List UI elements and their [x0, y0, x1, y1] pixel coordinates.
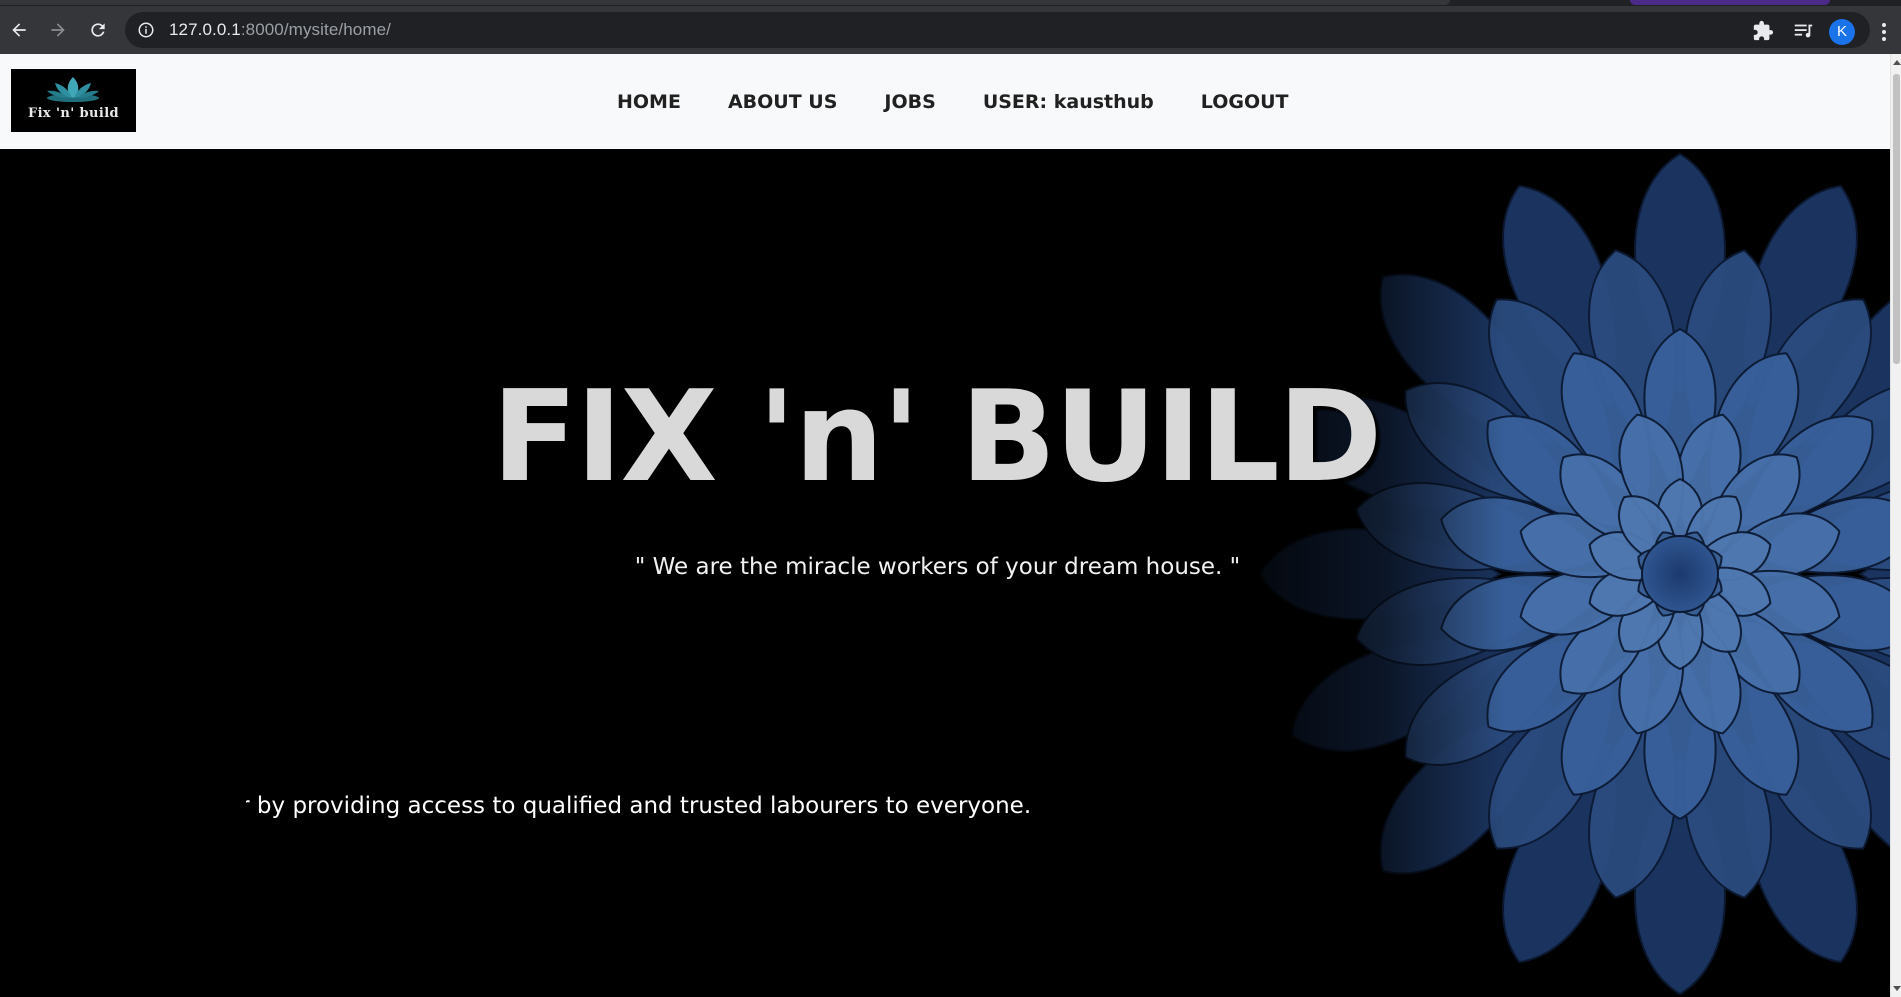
address-bar[interactable]: 127.0.0.1:8000/mysite/home/	[125, 12, 1870, 48]
profile-avatar[interactable]: K	[1829, 19, 1855, 45]
scrollbar-thumb[interactable]	[1893, 74, 1900, 364]
page-viewport: Fix 'n' build HOME ABOUT US JOBS USER: k…	[0, 54, 1901, 997]
extensions-icon[interactable]	[1752, 20, 1774, 42]
hero-section: FIX 'n' BUILD " We are the miracle worke…	[0, 149, 1890, 997]
info-icon[interactable]	[137, 21, 155, 39]
page-scrollbar[interactable]	[1890, 54, 1901, 997]
active-tab-edge[interactable]	[0, 0, 1450, 5]
marquee-text: er by providing access to qualified and …	[246, 793, 1032, 819]
url-text[interactable]: 127.0.0.1:8000/mysite/home/	[169, 12, 391, 48]
nav-link-about-us[interactable]: ABOUT US	[728, 91, 837, 113]
reload-icon	[91, 23, 105, 37]
forward-arrow-icon	[51, 23, 65, 37]
nav-link-logout[interactable]: LOGOUT	[1201, 91, 1289, 113]
other-tab-edge[interactable]	[1630, 0, 1830, 5]
nav-link-jobs[interactable]: JOBS	[884, 91, 935, 113]
nav-links: HOME ABOUT US JOBS USER: kausthub LOGOUT	[617, 54, 1336, 149]
media-queue-icon[interactable]	[1792, 20, 1814, 42]
site-logo[interactable]: Fix 'n' build	[11, 69, 136, 132]
hero-tagline: " We are the miracle workers of your dre…	[634, 554, 1241, 580]
scroll-up-arrow-icon[interactable]	[1893, 60, 1901, 65]
hero-title: FIX 'n' BUILD	[491, 363, 1383, 510]
forward-button[interactable]	[42, 14, 74, 46]
lotus-logo-icon	[47, 77, 99, 102]
back-arrow-icon	[12, 23, 26, 37]
browser-toolbar: 127.0.0.1:8000/mysite/home/ K	[0, 6, 1901, 54]
url-path: :8000/mysite/home/	[240, 20, 391, 39]
back-button[interactable]	[3, 14, 35, 46]
nav-link-home[interactable]: HOME	[617, 91, 681, 113]
nav-link-user[interactable]: USER: kausthub	[983, 91, 1154, 113]
reload-button[interactable]	[82, 14, 114, 46]
url-host: 127.0.0.1	[169, 20, 241, 39]
scroll-down-arrow-icon[interactable]	[1893, 986, 1901, 991]
menu-kebab-icon[interactable]	[1874, 21, 1894, 43]
logo-text: Fix 'n' build	[27, 106, 120, 121]
hero-marquee: er by providing access to qualified and …	[246, 793, 1106, 829]
site-navbar: Fix 'n' build HOME ABOUT US JOBS USER: k…	[0, 54, 1890, 149]
